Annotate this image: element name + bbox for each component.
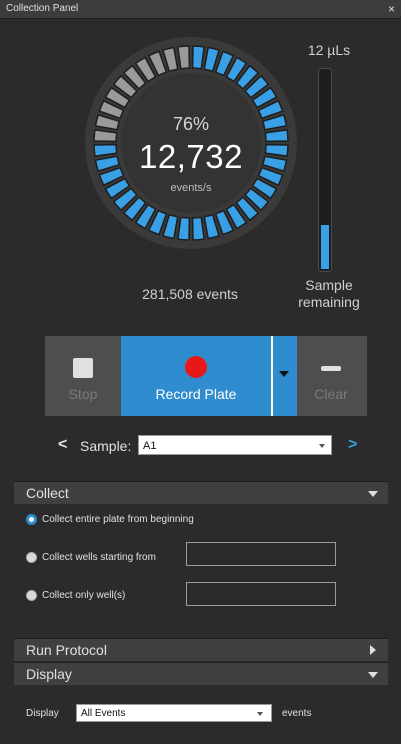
sample-volume-bar — [318, 68, 332, 272]
collapse-icon — [368, 672, 378, 678]
collect-option-label: Collect wells starting from — [42, 552, 156, 563]
collect-section-header[interactable]: Collect — [14, 481, 388, 504]
stop-label: Stop — [68, 386, 98, 402]
sample-volume-label: 12 µLs — [307, 42, 351, 58]
record-plate-button[interactable]: Record Plate — [121, 336, 271, 416]
run-protocol-section-header[interactable]: Run Protocol — [14, 638, 388, 661]
collect-option-label: Collect entire plate from beginning — [42, 514, 194, 525]
stop-icon — [73, 358, 93, 378]
event-rate-gauge: 76% 12,732 events/s — [80, 32, 302, 254]
event-count: 281,508 events — [142, 286, 238, 302]
stop-button[interactable]: Stop — [45, 336, 121, 416]
display-options: Display All Events events — [14, 686, 388, 744]
minus-icon — [321, 366, 341, 371]
event-rate-unit: events/s — [170, 182, 212, 194]
close-icon[interactable]: × — [388, 0, 395, 18]
display-label: Display — [26, 708, 59, 719]
run-protocol-header-label: Run Protocol — [26, 642, 107, 658]
collect-options: Collect entire plate from beginning Coll… — [14, 504, 388, 636]
radio-wells-from[interactable] — [26, 552, 37, 563]
display-suffix: events — [282, 708, 312, 719]
next-sample-icon[interactable]: > — [348, 436, 357, 454]
sample-selector-row: < Sample: A1 > — [0, 432, 401, 460]
chevron-down-icon — [257, 712, 263, 716]
record-icon — [185, 356, 207, 378]
acquisition-controls: Stop Record Plate Clear — [45, 336, 367, 416]
record-plate-label: Record Plate — [155, 386, 237, 402]
sample-dropdown-value: A1 — [143, 440, 157, 452]
start-well-input[interactable] — [186, 542, 336, 566]
clear-label: Clear — [314, 386, 348, 402]
chevron-down-icon — [319, 444, 325, 448]
expand-icon — [370, 645, 376, 655]
sample-remaining-label: Sample remaining — [298, 277, 360, 310]
collect-option-label: Collect only well(s) — [42, 590, 126, 601]
display-dropdown-value: All Events — [81, 708, 126, 719]
display-section-header[interactable]: Display — [14, 662, 388, 685]
prev-sample-icon[interactable]: < — [58, 436, 67, 454]
radio-only-wells[interactable] — [26, 590, 37, 601]
window-title: Collection Panel — [6, 3, 79, 14]
record-options-dropdown[interactable] — [271, 336, 297, 416]
collect-header-label: Collect — [26, 485, 69, 501]
gauge-percent: 76% — [172, 114, 210, 134]
radio-entire-plate[interactable] — [26, 514, 37, 525]
clear-button[interactable]: Clear — [295, 336, 367, 416]
wells-input[interactable] — [186, 582, 336, 606]
caret-down-icon — [279, 371, 289, 377]
sample-dropdown[interactable]: A1 — [138, 435, 332, 455]
sample-label: Sample: — [80, 438, 132, 454]
sample-volume-fill — [321, 224, 329, 269]
display-header-label: Display — [26, 666, 72, 682]
display-events-dropdown[interactable]: All Events — [76, 704, 272, 722]
event-rate-value: 12,732 — [139, 138, 243, 175]
collapse-icon — [368, 491, 378, 497]
title-bar: Collection Panel × — [0, 0, 401, 19]
